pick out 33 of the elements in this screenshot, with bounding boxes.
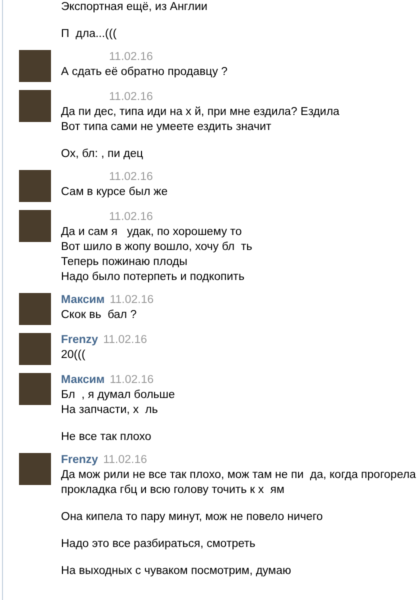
message-text: прокладка гбц и всю голову точить к х ям [61,483,286,498]
message-date: 11.02.16 [109,210,153,225]
message-text: Ох, бл: , пи дец [61,147,144,162]
message-date: 11.02.16 [109,50,153,65]
message-date: 11.02.16 [103,333,147,348]
message-text: Не все так плохо [61,430,152,445]
message-text: Вот типа сами не умеете ездить значит [61,120,272,135]
message-date: 11.02.16 [110,373,154,388]
message-text: Надо было потерпеть и подкопить [61,270,246,285]
message-text: Да пи деc, типа иди на х й, при мне ездила? Ездила [61,105,340,120]
message-text: На выходных с чуваком посмотрим, думаю [61,564,292,579]
message-text: Да мож рили не все так плохо, мож там не пи да, когда прогорела [61,468,416,483]
message-text: Скок вь бал ? [61,308,138,323]
message-text: Бл , я думал больше [61,388,175,403]
sender-name[interactable]: Frenzy [61,333,98,348]
message-text: Сам в курсе был же [61,185,168,200]
message-text: Вот шило в жопу вошло, хочу бл ть [61,240,252,255]
message-date: 11.02.16 [109,90,153,105]
message-text: На запчасти, х ль [61,403,159,418]
message-text: А сдать её обратно продавцу ? [61,65,228,80]
message-text: Да и сам я удак, по хорошему то [61,225,243,240]
message-date: 11.02.16 [103,453,147,468]
message-text: Она кипела то пару минут, мож не повело ничего [61,510,324,525]
sender-name[interactable]: Максим [61,293,105,308]
message-date: 11.02.16 [110,293,154,308]
message-text: 20((( [61,348,86,363]
message-text: Теперь пожинаю плоды [61,255,188,270]
message-date: 11.02.16 [109,170,153,185]
sender-name[interactable]: Максим [61,373,105,388]
message-text: Экспортная ещё, из Англии [61,0,208,15]
message-text: Надо это все разбираться, смотреть [61,537,256,552]
sender-name[interactable]: Frenzy [61,453,98,468]
message-text: П дла...((( [61,27,118,42]
